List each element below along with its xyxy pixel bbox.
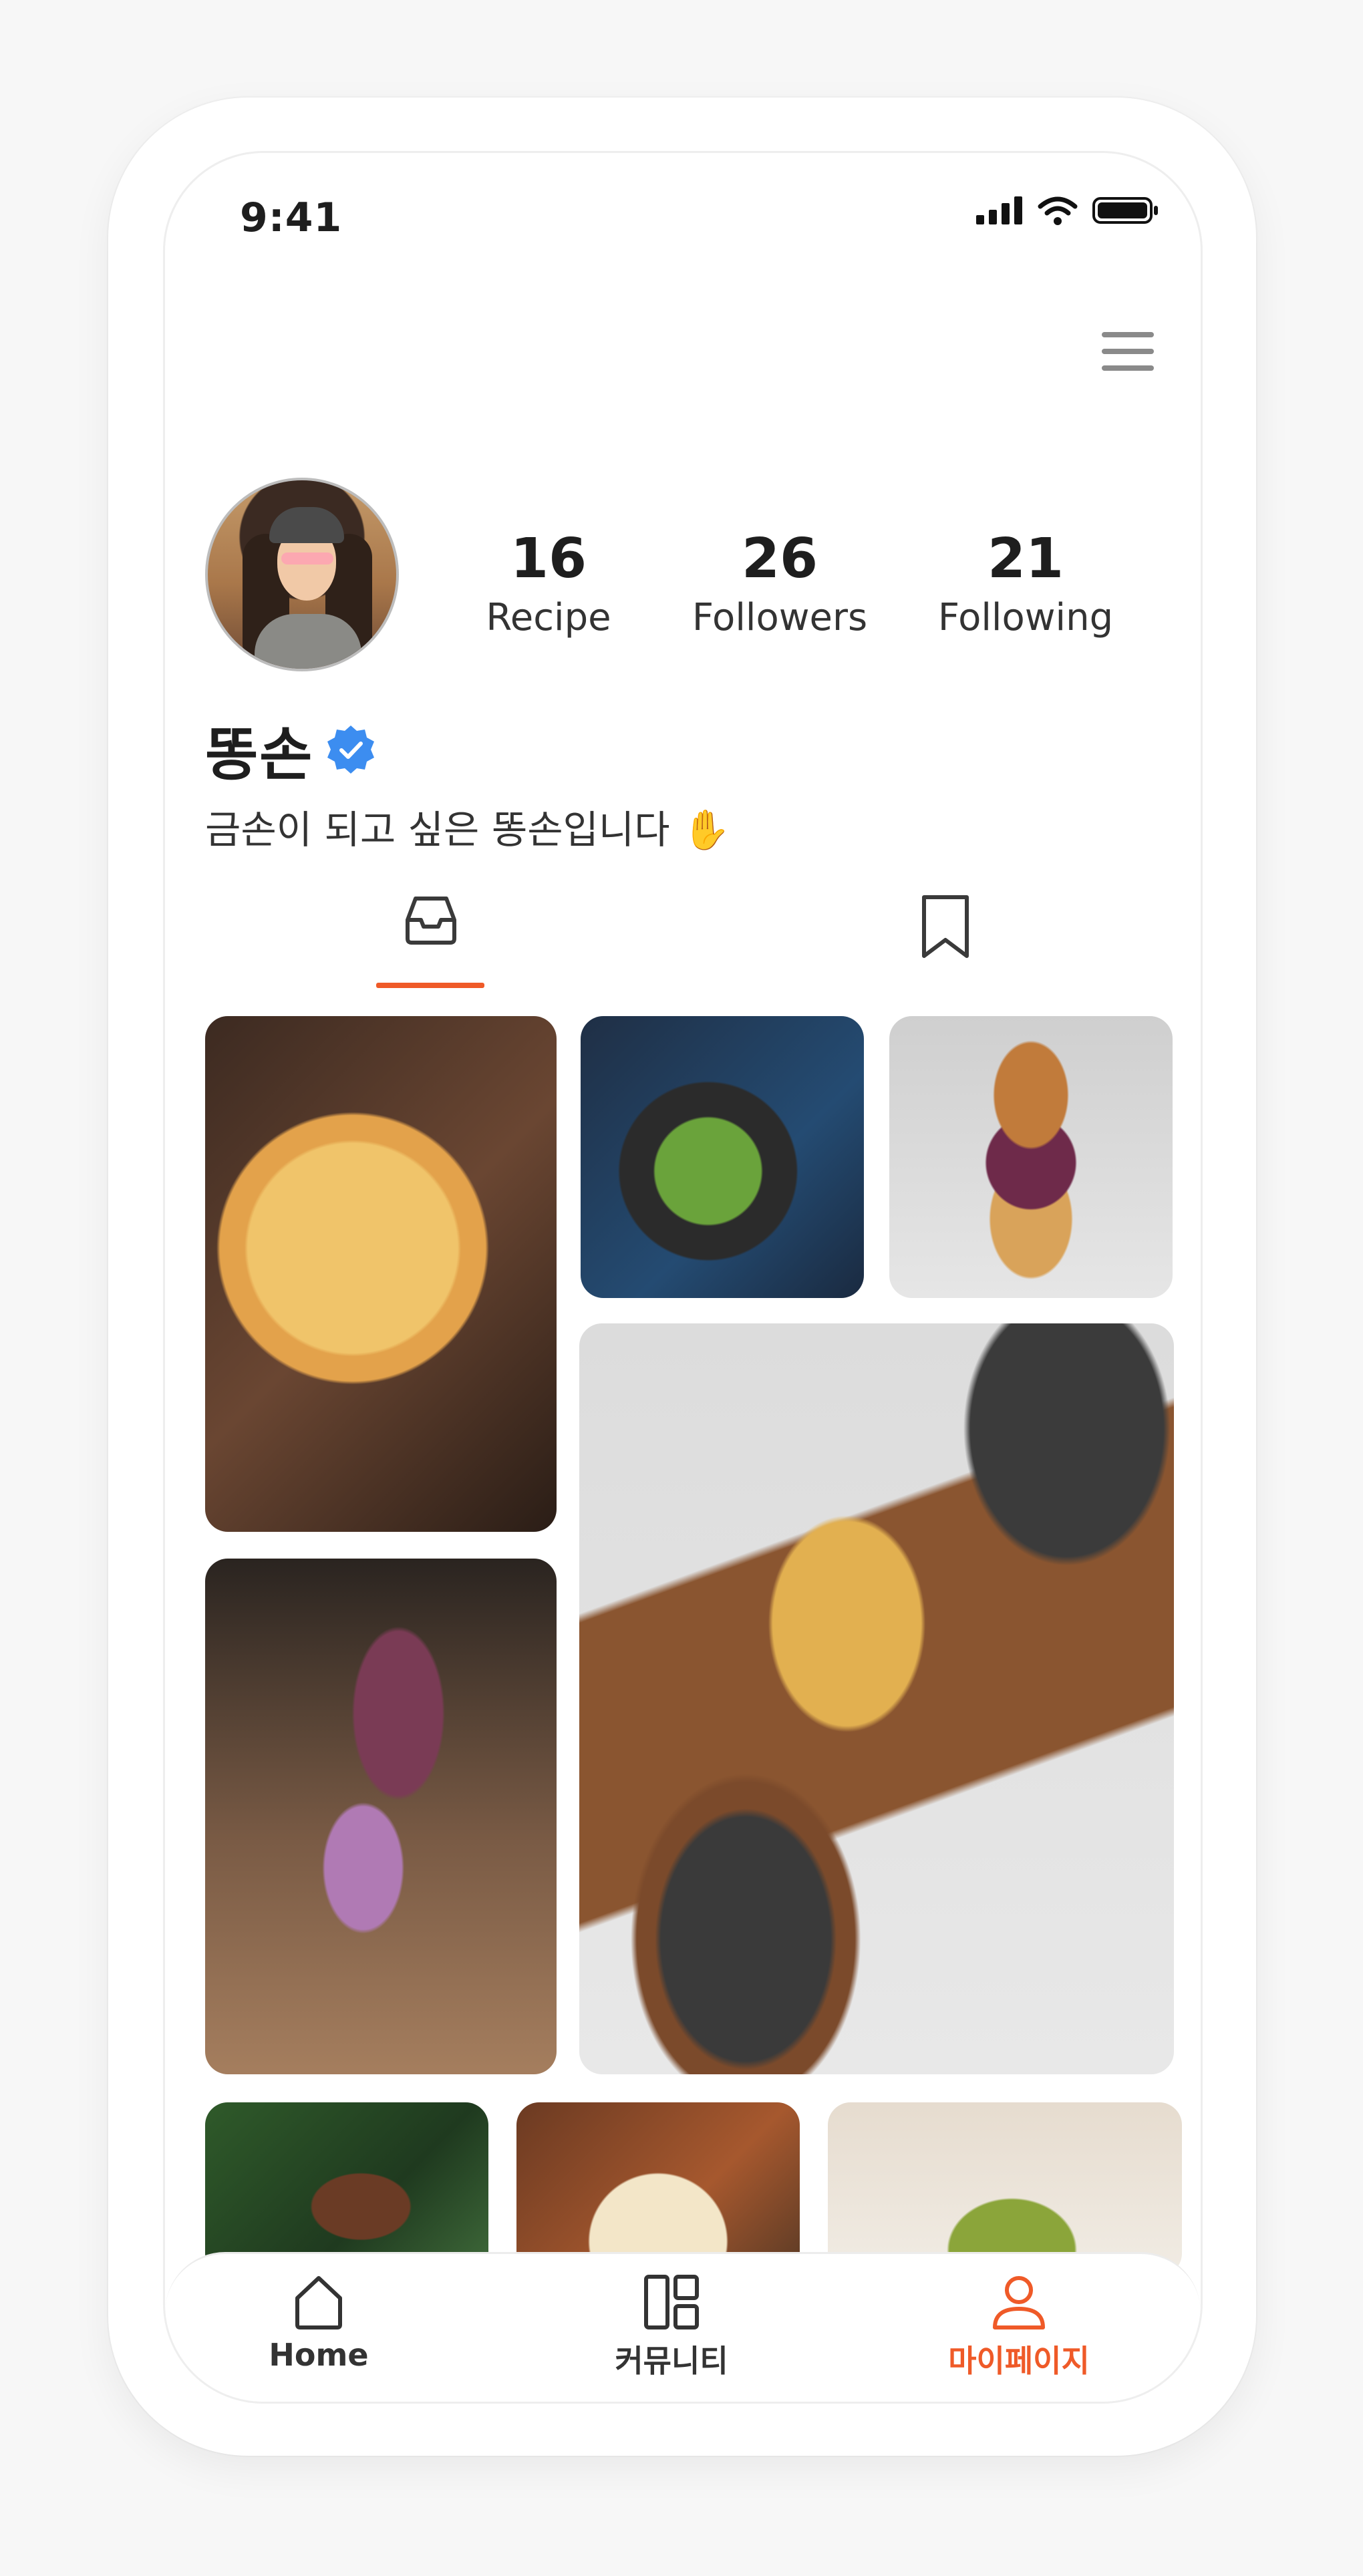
stat-label: Following — [937, 596, 1114, 639]
inbox-icon — [406, 897, 456, 945]
app-screen: 9:41 16 Recipe 26 Followers 21 Following… — [163, 151, 1203, 2404]
signal-icon — [976, 196, 1022, 224]
recipe-photo-burger[interactable] — [889, 1016, 1173, 1298]
stat-label: Recipe — [486, 596, 611, 639]
recipe-photo-avocado[interactable] — [828, 2102, 1182, 2276]
nav-mypage-label: 마이페이지 — [948, 2343, 1090, 2379]
recipe-photo-dessert[interactable] — [205, 2102, 488, 2276]
stat-value: 21 — [987, 527, 1064, 591]
menu-icon[interactable] — [1102, 332, 1154, 371]
battery-icon — [1092, 197, 1158, 224]
stat-followers[interactable]: 26 Followers — [679, 527, 880, 642]
stat-following[interactable]: 21 Following — [925, 527, 1126, 642]
recipe-photo-nachos-platter[interactable] — [579, 1323, 1174, 2074]
bottom-navigation: Home 커뮤니티 마이페이지 — [165, 2252, 1201, 2402]
recipe-photo-salad[interactable] — [581, 1016, 864, 1298]
recipe-photo-pizza[interactable] — [205, 1016, 557, 1532]
profile-name: 똥손 — [205, 721, 314, 788]
status-icons — [976, 196, 1159, 225]
active-tab-indicator — [376, 983, 484, 988]
recipe-photo-ramen[interactable] — [516, 2102, 800, 2276]
user-icon — [993, 2276, 1045, 2329]
profile-bio: 금손이 되고 싶은 똥손입니다 ✋ — [205, 807, 731, 852]
stat-value: 26 — [741, 527, 818, 591]
nav-mypage[interactable]: 마이페이지 — [919, 2274, 1119, 2381]
nav-home-label: Home — [269, 2337, 369, 2373]
stat-label: Followers — [692, 596, 868, 639]
nav-home[interactable]: Home — [218, 2274, 419, 2373]
profile-name-row: 똥손 — [205, 707, 376, 791]
stat-value: 16 — [510, 527, 587, 591]
wifi-icon — [1038, 196, 1078, 225]
tab-saved[interactable] — [892, 893, 999, 973]
bookmark-icon — [922, 895, 969, 958]
home-icon — [295, 2276, 342, 2329]
status-time: 9:41 — [240, 194, 343, 241]
nav-community-label: 커뮤니티 — [615, 2343, 728, 2379]
profile-stats: 16 Recipe 26 Followers 21 Following — [165, 527, 1201, 661]
recipe-photo-popsicles[interactable] — [205, 1559, 557, 2074]
tab-my-recipes[interactable] — [377, 893, 484, 973]
stat-recipe[interactable]: 16 Recipe — [448, 527, 649, 642]
verified-icon — [327, 725, 375, 774]
layout-grid-icon — [644, 2275, 699, 2329]
nav-community[interactable]: 커뮤니티 — [571, 2274, 772, 2381]
